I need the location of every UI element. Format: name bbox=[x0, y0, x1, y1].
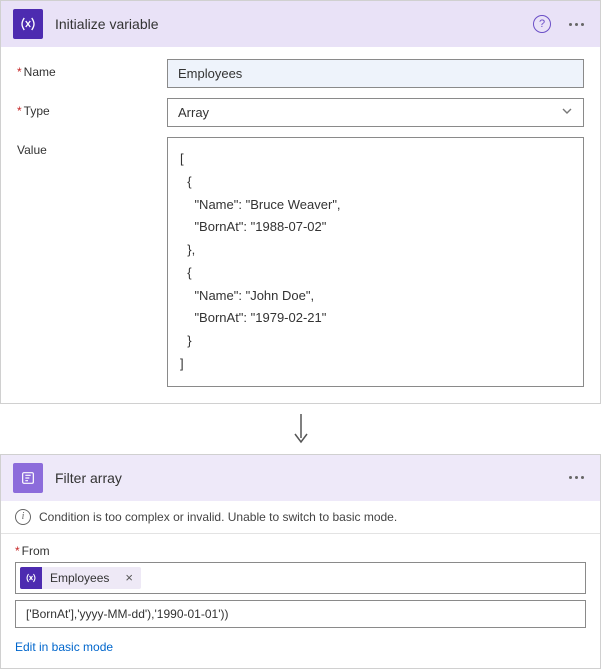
initialize-variable-title: Initialize variable bbox=[55, 16, 521, 32]
variable-token-icon bbox=[20, 567, 42, 589]
filter-array-title: Filter array bbox=[55, 470, 553, 486]
from-input[interactable]: Employees × bbox=[15, 562, 586, 594]
filter-array-body: From Employees × ['BornAt'],'yyyy-MM-dd'… bbox=[1, 534, 600, 668]
info-icon: i bbox=[15, 509, 31, 525]
more-options-icon[interactable] bbox=[565, 472, 588, 483]
more-options-icon[interactable] bbox=[565, 19, 588, 30]
filter-array-header[interactable]: Filter array bbox=[1, 455, 600, 501]
value-label: Value bbox=[17, 137, 167, 157]
filter-icon bbox=[13, 463, 43, 493]
filter-array-card: Filter array i Condition is too complex … bbox=[0, 454, 601, 669]
value-textarea[interactable]: [ { "Name": "Bruce Weaver", "BornAt": "1… bbox=[167, 137, 584, 387]
info-text: Condition is too complex or invalid. Una… bbox=[39, 510, 397, 524]
initialize-variable-card: Initialize variable ? Name Type Array bbox=[0, 0, 601, 404]
token-remove-icon[interactable]: × bbox=[117, 570, 141, 585]
edit-basic-mode-link[interactable]: Edit in basic mode bbox=[15, 640, 586, 654]
employees-token: Employees × bbox=[20, 567, 141, 589]
initialize-variable-body: Name Type Array Value [ { "Name": "Bruce… bbox=[1, 47, 600, 403]
token-label: Employees bbox=[42, 571, 117, 585]
name-label: Name bbox=[17, 59, 167, 79]
name-input[interactable] bbox=[167, 59, 584, 88]
from-label: From bbox=[15, 544, 586, 558]
type-label: Type bbox=[17, 98, 167, 118]
chevron-down-icon bbox=[561, 105, 573, 120]
type-select-value: Array bbox=[178, 105, 209, 120]
flow-arrow-icon bbox=[0, 404, 601, 454]
info-banner: i Condition is too complex or invalid. U… bbox=[1, 501, 600, 534]
initialize-variable-header[interactable]: Initialize variable ? bbox=[1, 1, 600, 47]
variable-icon bbox=[13, 9, 43, 39]
type-select[interactable]: Array bbox=[167, 98, 584, 127]
help-icon[interactable]: ? bbox=[533, 15, 551, 33]
expression-input[interactable]: ['BornAt'],'yyyy-MM-dd'),'1990-01-01')) bbox=[15, 600, 586, 628]
